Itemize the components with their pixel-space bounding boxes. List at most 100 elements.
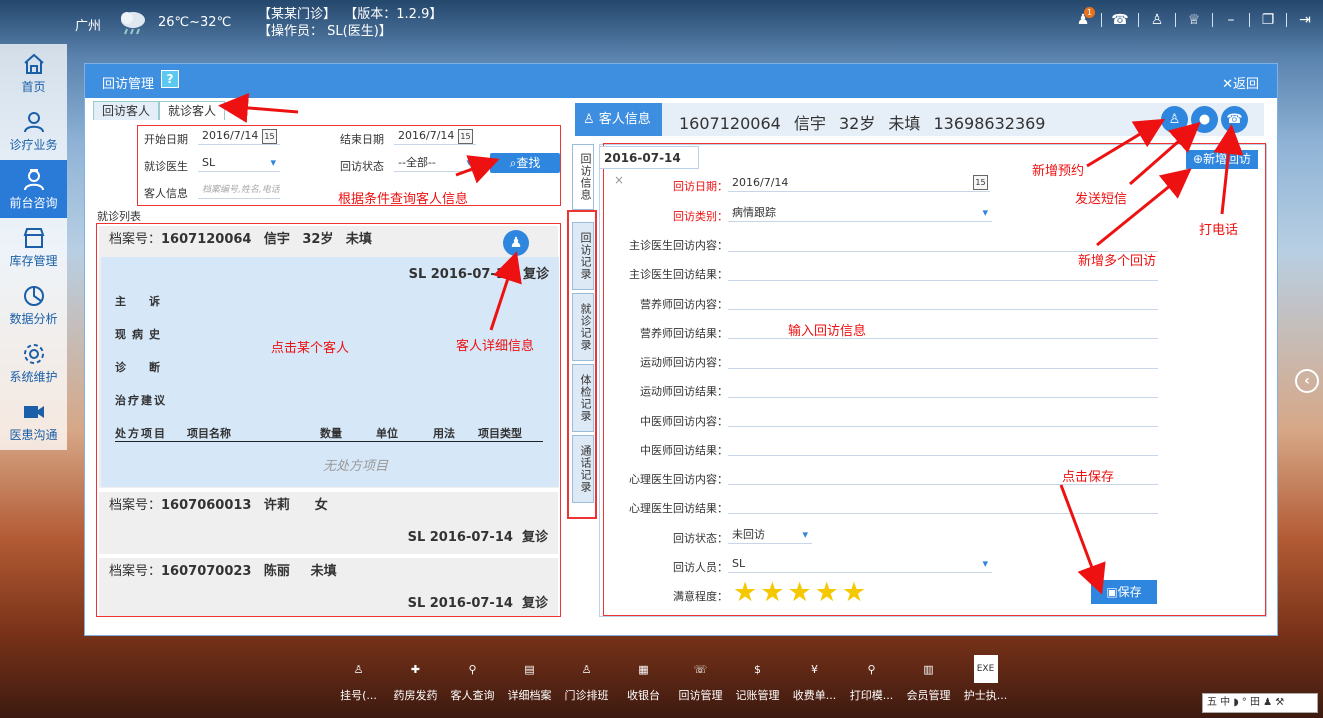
satisfaction-rating[interactable]: ★ ★ ★ ★ ★: [733, 579, 866, 606]
column-header: 项目类型: [478, 427, 522, 440]
category-select[interactable]: 病情跟踪 ▾: [728, 204, 992, 222]
exe-icon: EXE: [973, 655, 998, 683]
customer-info-text: 1607120064 信宇 32岁 未填 13698632369: [679, 114, 1046, 133]
status-label: 回访状态: [340, 160, 384, 173]
start-date-label: 开始日期: [144, 133, 188, 146]
search-button[interactable]: ⌕查找: [490, 153, 560, 173]
sidebar-item-analytics[interactable]: 数据分析: [0, 276, 67, 334]
text-field[interactable]: [728, 292, 1158, 310]
skin-icon[interactable]: ♕: [1184, 10, 1204, 30]
user-icon[interactable]: ♙: [1147, 10, 1167, 30]
star-icon[interactable]: ★: [787, 579, 811, 606]
record-icon: ▤: [524, 662, 535, 676]
tab-follow-up-info[interactable]: 回访信息: [572, 144, 594, 210]
back-button[interactable]: ✕返回: [1222, 73, 1259, 92]
taskbar-item[interactable]: ⚲ 客人查询: [444, 655, 501, 703]
follow-up-person-select[interactable]: SL ▾: [728, 555, 992, 573]
patient-header: 档案号：1607120064 信宇 32岁 未填: [109, 232, 372, 247]
patient-detail-icon[interactable]: ♟: [503, 230, 529, 256]
text-field[interactable]: [728, 409, 1158, 427]
complaint-label: 主 诉: [115, 295, 166, 308]
star-icon[interactable]: ★: [842, 579, 866, 606]
taskbar-item[interactable]: ✚ 药房发药: [387, 655, 444, 703]
call-icon[interactable]: ☎: [1221, 106, 1248, 133]
star-icon[interactable]: ★: [760, 579, 784, 606]
doctor-date: SL 2016-07-14 复诊: [407, 596, 548, 611]
satisfaction-label: 满意程度：: [673, 590, 728, 603]
sms-icon[interactable]: ●: [1191, 106, 1218, 133]
column-header: 数量: [320, 427, 342, 440]
taskbar-item[interactable]: ♙ 门诊排班: [558, 655, 615, 703]
sidebar-item-home[interactable]: 首页: [0, 44, 67, 102]
phone-icon[interactable]: ☎: [1110, 10, 1130, 30]
taskbar-item[interactable]: ▤ 详细档案: [501, 655, 558, 703]
tab-visit-guests[interactable]: 就诊客人: [159, 101, 226, 120]
exit-icon[interactable]: ⇥: [1295, 10, 1315, 30]
annotation-text: 发送短信: [1075, 192, 1128, 207]
taskbar-item[interactable]: ▦ 收银台: [615, 655, 672, 703]
taskbar-item[interactable]: ¥ 收费单...: [786, 655, 843, 703]
ime-toolbar[interactable]: 五 中 ◗ ° 田 ♟ ⚒: [1202, 693, 1318, 713]
taskbar-item[interactable]: ♙ 挂号(...: [330, 655, 387, 703]
add-follow-up-button[interactable]: ⊕新增回访: [1186, 150, 1258, 169]
calendar-icon[interactable]: 15: [458, 129, 473, 144]
field-label: 运动师回访结果：: [640, 385, 728, 398]
new-appointment-icon[interactable]: ♙: [1161, 106, 1188, 133]
field-label: 主诊医生回访内容：: [629, 239, 728, 252]
date-tab[interactable]: 2016-07-14 ×: [599, 146, 699, 187]
list-item[interactable]: 档案号：1607070023 陈丽 未填 SL 2016-07-14 复诊: [99, 558, 558, 616]
registration-icon: ♙: [353, 662, 364, 676]
follow-up-date-input[interactable]: 2016/7/14: [728, 174, 990, 192]
field-label: 主诊医生回访结果：: [629, 268, 728, 281]
taskbar-item[interactable]: $ 记账管理: [729, 655, 786, 703]
field-label: 营养师回访结果：: [640, 327, 728, 340]
taskbar-item[interactable]: ⚲ 打印模...: [843, 655, 900, 703]
member-icon: ▥: [923, 662, 934, 676]
follow-up-icon: ☏: [693, 662, 708, 676]
follow-up-status-select[interactable]: 未回访 ▾: [728, 526, 812, 544]
star-icon[interactable]: ★: [733, 579, 757, 606]
text-field[interactable]: [728, 380, 1158, 398]
save-button[interactable]: ▣保存: [1091, 580, 1157, 604]
minimize-icon[interactable]: –: [1221, 10, 1241, 30]
taskbar-item[interactable]: ▥ 会员管理: [900, 655, 957, 703]
text-field[interactable]: [728, 438, 1158, 456]
text-field[interactable]: [728, 496, 1158, 514]
restore-icon[interactable]: ❐: [1258, 10, 1278, 30]
doctor-select[interactable]: SL ▾: [198, 154, 280, 172]
sidebar-item-communication[interactable]: 医患沟通: [0, 392, 67, 450]
star-icon[interactable]: ★: [815, 579, 839, 606]
print-template-icon: ⚲: [867, 662, 876, 676]
tab-follow-up-guests[interactable]: 回访客人: [93, 101, 160, 120]
help-icon[interactable]: ?: [161, 70, 179, 88]
sidebar-label: 诊疗业务: [9, 137, 58, 152]
visit-list-label: 就诊列表: [97, 210, 141, 223]
sidebar-item-clinic[interactable]: 诊疗业务: [0, 102, 67, 160]
schedule-icon: ♙: [581, 662, 592, 676]
notification-icon[interactable]: ♟ 1: [1073, 7, 1095, 30]
annotation-text: 新增预约: [1032, 164, 1085, 179]
calendar-icon[interactable]: 15: [262, 129, 277, 144]
calendar-icon[interactable]: 15: [973, 175, 988, 190]
text-field[interactable]: [728, 351, 1158, 369]
end-date-label: 结束日期: [340, 133, 384, 146]
guest-info-input[interactable]: 档案编号,姓名,电话: [198, 181, 280, 199]
sidebar-item-system[interactable]: 系统维护: [0, 334, 67, 392]
operator-label: 【操作员： SL(医生)】: [258, 24, 392, 39]
field-label: 心理医生回访结果：: [629, 502, 728, 515]
column-header: 用法: [433, 427, 455, 440]
status-select[interactable]: --全部-- ▾: [394, 154, 476, 172]
home-icon: [23, 53, 44, 74]
empty-prescription: 无处方项目: [323, 459, 389, 474]
taskbar-item[interactable]: ☏ 回访管理: [672, 655, 729, 703]
list-item[interactable]: 档案号：1607120064 信宇 32岁 未填 ♟ SL 2016-07-14…: [99, 226, 559, 488]
sidebar-item-inventory[interactable]: 库存管理: [0, 218, 67, 276]
person-label: 回访人员：: [673, 561, 728, 574]
expand-arrow-icon[interactable]: ‹: [1295, 369, 1319, 393]
list-item[interactable]: 档案号：1607060013 许莉 女 SL 2016-07-14 复诊: [99, 492, 558, 554]
sidebar-label: 首页: [21, 79, 46, 94]
sidebar-label: 数据分析: [9, 311, 58, 326]
window-title: 回访管理: [102, 77, 155, 92]
taskbar-item[interactable]: EXE 护士执...: [957, 655, 1014, 703]
sidebar-item-front-desk[interactable]: 前台咨询: [0, 160, 67, 218]
